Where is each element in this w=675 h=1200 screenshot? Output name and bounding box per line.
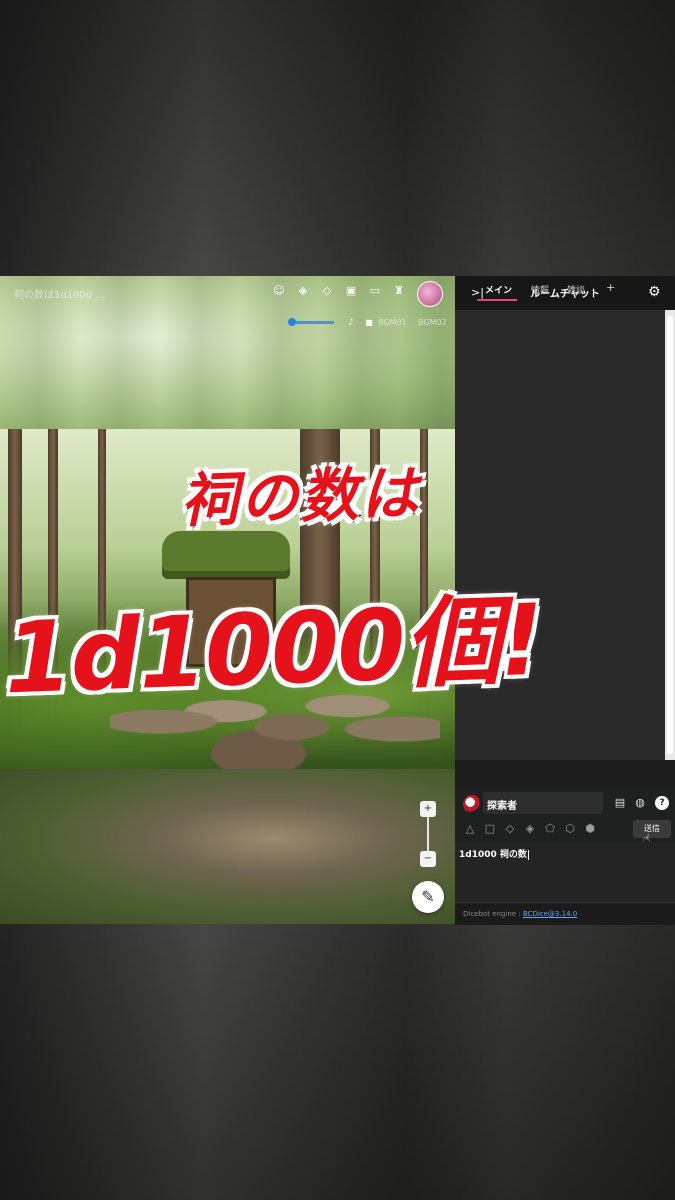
- tab-info[interactable]: 情報: [531, 283, 549, 296]
- send-button[interactable]: 送信: [633, 820, 671, 838]
- castle-icon[interactable]: ♜: [392, 284, 406, 298]
- d100-icon[interactable]: ⬢: [583, 822, 597, 836]
- tab-chatter[interactable]: 雑談: [567, 283, 585, 296]
- help-icon[interactable]: ?: [655, 796, 669, 810]
- chat-tabs: [455, 760, 675, 786]
- chat-input[interactable]: 1d1000 祠の数: [459, 847, 529, 860]
- caption-line-1: 祠の数は: [178, 457, 423, 536]
- d8-icon[interactable]: ◇: [503, 822, 517, 836]
- bgm-label-1: BGM01: [378, 318, 407, 327]
- text-caret: [527, 849, 529, 860]
- add-tab-button[interactable]: +: [606, 281, 615, 294]
- caption-line-2: 1d1000個!: [1, 582, 545, 718]
- zoom-in-icon[interactable]: +: [420, 801, 436, 817]
- message-icon[interactable]: ▣: [344, 284, 358, 298]
- dicebot-version-link[interactable]: BCDice@3.14.0: [523, 910, 577, 918]
- sheet-icon[interactable]: ▤: [613, 796, 627, 810]
- character-name: 探索者: [487, 801, 517, 812]
- d4-icon[interactable]: △: [463, 822, 477, 836]
- stack-icon[interactable]: ◇: [320, 284, 334, 298]
- d6-icon[interactable]: □: [483, 822, 497, 836]
- volume-icon[interactable]: ♪: [344, 316, 358, 330]
- chat-input-value: 1d1000 祠の数: [459, 850, 527, 860]
- d10-icon[interactable]: ◈: [523, 822, 537, 836]
- zoom-out-icon[interactable]: −: [420, 851, 436, 867]
- face-icon[interactable]: ☺: [272, 284, 286, 298]
- room-title[interactable]: 祠の数は1d1000 …: [14, 286, 105, 301]
- tab-main[interactable]: メイン: [485, 283, 512, 296]
- dicebot-info: Dicebot engine : BCDice@3.14.0: [463, 910, 577, 918]
- gear-icon[interactable]: ⚙: [648, 284, 661, 300]
- palette-icon[interactable]: ◍: [633, 796, 647, 810]
- bgm-label-2: BGM02: [418, 318, 447, 327]
- volume-slider-track[interactable]: [292, 321, 334, 324]
- pencil-icon[interactable]: ✎: [412, 881, 444, 913]
- chat-scrollbar-thumb[interactable]: [667, 316, 673, 754]
- zoom-slider[interactable]: [427, 817, 429, 851]
- volume-slider-handle[interactable]: [288, 318, 296, 326]
- dicebot-label: Dicebot engine :: [463, 910, 523, 918]
- screen-icon[interactable]: ▭: [368, 284, 382, 298]
- background-bottom-shade: [0, 924, 675, 1200]
- character-avatar[interactable]: [463, 795, 481, 813]
- d20-icon[interactable]: ⬡: [563, 822, 577, 836]
- active-tab-indicator: [477, 299, 517, 301]
- d12-icon[interactable]: ⬠: [543, 822, 557, 836]
- user-avatar[interactable]: [417, 281, 443, 307]
- board-stone-blur-bottom: [0, 769, 455, 924]
- layers-icon[interactable]: ◈: [296, 284, 310, 298]
- background-top-shade: [0, 0, 675, 276]
- stop-icon[interactable]: ■: [362, 316, 376, 330]
